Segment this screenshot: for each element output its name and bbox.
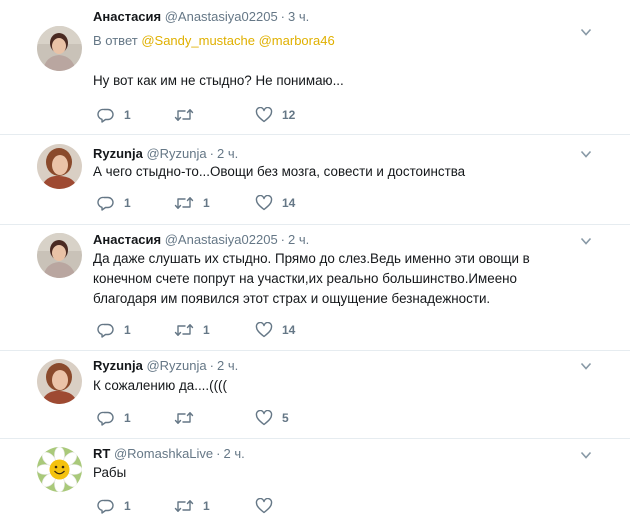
tweet-header: Анастасия @Anastasiya02205 · 2 ч. (93, 232, 309, 248)
retweet-count: 1 (203, 323, 210, 337)
reply-button[interactable]: 1 (97, 194, 131, 212)
mention-link[interactable]: @marbora46 (259, 33, 335, 48)
like-button[interactable]: 5 (255, 409, 289, 427)
separator-dot: · (280, 232, 286, 247)
reply-context: В ответ @Sandy_mustache @marbora46 (93, 33, 335, 49)
user-name[interactable]: Анастасия (93, 9, 161, 24)
avatar[interactable] (37, 233, 82, 278)
avatar[interactable] (37, 144, 82, 189)
retweet-count: 1 (203, 499, 210, 513)
like-button[interactable]: 14 (255, 321, 295, 339)
reply-count: 1 (124, 323, 131, 337)
avatar[interactable] (37, 26, 82, 71)
reply-button[interactable]: 1 (97, 106, 131, 124)
user-handle[interactable]: @Ryzunja (146, 146, 206, 161)
chevron-down-icon[interactable] (580, 27, 592, 37)
tweet-text: Рабы (93, 465, 127, 480)
reply-button[interactable]: 1 (97, 497, 131, 515)
reply-count: 1 (124, 108, 131, 122)
tweet-header: Ryzunja @Ryzunja · 2 ч. (93, 358, 238, 374)
retweet-icon (174, 109, 194, 121)
tweet-text: Да даже слушать их стыдно. Прямо до слез… (93, 251, 530, 306)
mention-link[interactable]: @Sandy_mustache (141, 33, 255, 48)
timestamp[interactable]: 3 ч. (288, 9, 309, 24)
divider (0, 134, 630, 135)
like-count: 12 (282, 108, 296, 122)
reply-icon (97, 499, 114, 514)
chevron-down-icon[interactable] (580, 236, 592, 246)
user-handle[interactable]: @RomashkaLive (114, 446, 213, 461)
reply-count: 1 (124, 196, 131, 210)
heart-icon (255, 498, 273, 514)
retweet-button[interactable]: 1 (174, 321, 210, 339)
retweet-icon (174, 500, 194, 512)
user-handle[interactable]: @Anastasiya02205 (165, 232, 278, 247)
heart-icon (255, 195, 273, 211)
tweet-text: Ну вот как им не стыдно? Не понимаю... (93, 73, 344, 88)
tweet-text: К сожалению да....(((( (93, 378, 227, 393)
reply-prefix: В ответ (93, 33, 138, 48)
like-count: 14 (282, 323, 296, 337)
retweet-icon (174, 197, 194, 209)
user-name[interactable]: Ryzunja (93, 146, 143, 161)
retweet-button[interactable]: 1 (174, 497, 210, 515)
like-button[interactable]: 12 (255, 106, 295, 124)
heart-icon (255, 322, 273, 338)
reply-button[interactable]: 1 (97, 409, 131, 427)
chevron-down-icon[interactable] (580, 149, 592, 159)
chevron-down-icon[interactable] (580, 361, 592, 371)
user-name[interactable]: Анастасия (93, 232, 161, 247)
reply-icon (97, 108, 114, 123)
divider (0, 224, 630, 225)
timestamp[interactable]: 2 ч. (224, 446, 245, 461)
divider (0, 438, 630, 439)
user-handle[interactable]: @Anastasiya02205 (165, 9, 278, 24)
like-button[interactable]: 14 (255, 194, 295, 212)
like-count: 14 (282, 196, 296, 210)
tweet-text: А чего стыдно-то...Овощи без мозга, сове… (93, 164, 466, 179)
avatar[interactable] (37, 359, 82, 404)
retweet-count: 1 (203, 196, 210, 210)
tweet-header: RT @RomashkaLive · 2 ч. (93, 446, 245, 462)
avatar[interactable] (37, 447, 82, 492)
reply-icon (97, 196, 114, 211)
reply-button[interactable]: 1 (97, 321, 131, 339)
separator-dot: · (280, 9, 286, 24)
chevron-down-icon[interactable] (580, 450, 592, 460)
timestamp[interactable]: 2 ч. (217, 146, 238, 161)
heart-icon (255, 107, 273, 123)
reply-count: 1 (124, 411, 131, 425)
timestamp[interactable]: 2 ч. (217, 358, 238, 373)
user-handle[interactable]: @Ryzunja (146, 358, 206, 373)
divider (0, 350, 630, 351)
like-button[interactable] (255, 497, 282, 515)
reply-count: 1 (124, 499, 131, 513)
reply-icon (97, 323, 114, 338)
separator-dot: · (216, 446, 221, 461)
timestamp[interactable]: 2 ч. (288, 232, 309, 247)
user-name[interactable]: Ryzunja (93, 358, 143, 373)
heart-icon (255, 410, 273, 426)
separator-dot: · (209, 146, 214, 161)
separator-dot: · (209, 358, 214, 373)
tweet-header: Анастасия @Anastasiya02205 · 3 ч. (93, 9, 309, 25)
like-count: 5 (282, 411, 289, 425)
retweet-button[interactable]: 1 (174, 194, 210, 212)
tweet-header: Ryzunja @Ryzunja · 2 ч. (93, 146, 238, 162)
user-name[interactable]: RT (93, 446, 110, 461)
retweet-icon (174, 324, 194, 336)
retweet-icon (174, 412, 194, 424)
retweet-button[interactable] (174, 409, 203, 427)
reply-icon (97, 411, 114, 426)
retweet-button[interactable] (174, 106, 203, 124)
